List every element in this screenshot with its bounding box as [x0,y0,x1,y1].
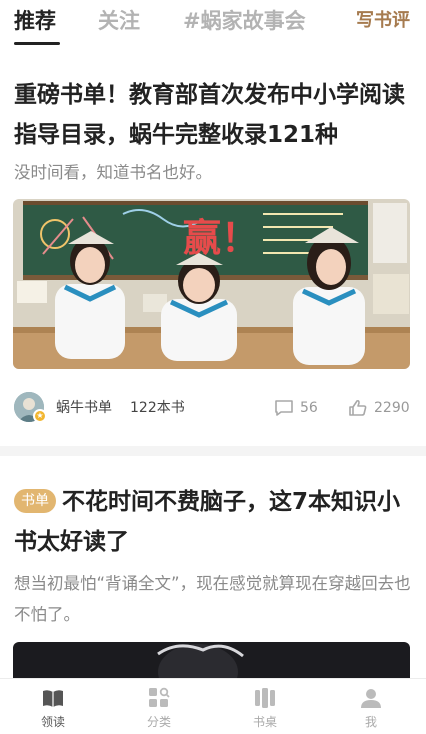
tab-follow[interactable]: 关注 [98,6,140,36]
nav-item-desk[interactable]: 书桌 [212,679,318,734]
category-search-icon [149,687,170,707]
bottom-navigation: 领读 分类 书桌 我 [0,678,426,734]
article-cover-image[interactable] [13,642,410,678]
article-cover-image[interactable]: 赢！ [13,199,410,369]
active-tab-indicator [14,42,60,45]
thumbs-up-icon [349,399,367,416]
section-divider [0,446,426,456]
nav-item-me[interactable]: 我 [318,679,424,734]
user-icon [361,689,381,708]
article-summary: 想当初最怕“背诵全文”，现在感觉就算现在穿越回去也不怕了。 [14,574,411,624]
chalkboard-text: 赢！ [183,215,259,260]
tab-recommend[interactable]: 推荐 [14,6,56,36]
book-list-tag: 书单 [14,489,56,513]
article-title-text: 不花时间不费脑子，这7本知识小书太好读了 [14,489,401,555]
nav-item-lead-reading[interactable]: 领读 [0,679,106,734]
article-meta: ★ 蜗牛书单 122本书 56 2290 [14,392,412,424]
write-review-button[interactable]: 写书评 [356,8,410,34]
article-summary: 没时间看，知道书名也好。 [14,163,212,182]
article-card[interactable]: 重磅书单！教育部首次发布中小学阅读指导目录，蜗牛完整收录121种 没时间看，知道… [0,60,426,445]
top-tab-bar: 推荐 关注 #蜗家故事会 写书评 [0,0,426,48]
comment-count[interactable]: 56 [274,397,334,419]
article-title[interactable]: 重磅书单！教育部首次发布中小学阅读指导目录，蜗牛完整收录121种 [14,75,412,155]
article-title[interactable]: 书单 不花时间不费脑子，这7本知识小书太好读了 [14,482,412,562]
like-count[interactable]: 2290 [348,397,414,419]
comment-icon [275,400,293,416]
author-name[interactable]: 蜗牛书单 [56,398,112,418]
nav-item-category[interactable]: 分类 [106,679,212,734]
article-card[interactable]: 书单 不花时间不费脑子，这7本知识小书太好读了 想当初最怕“背诵全文”，现在感觉就… [0,456,426,678]
book-open-icon [43,690,63,707]
bookshelf-icon [255,688,275,708]
tab-story-club[interactable]: #蜗家故事会 [183,6,306,36]
book-count: 122本书 [130,400,185,416]
verified-badge-icon: ★ [33,409,47,423]
